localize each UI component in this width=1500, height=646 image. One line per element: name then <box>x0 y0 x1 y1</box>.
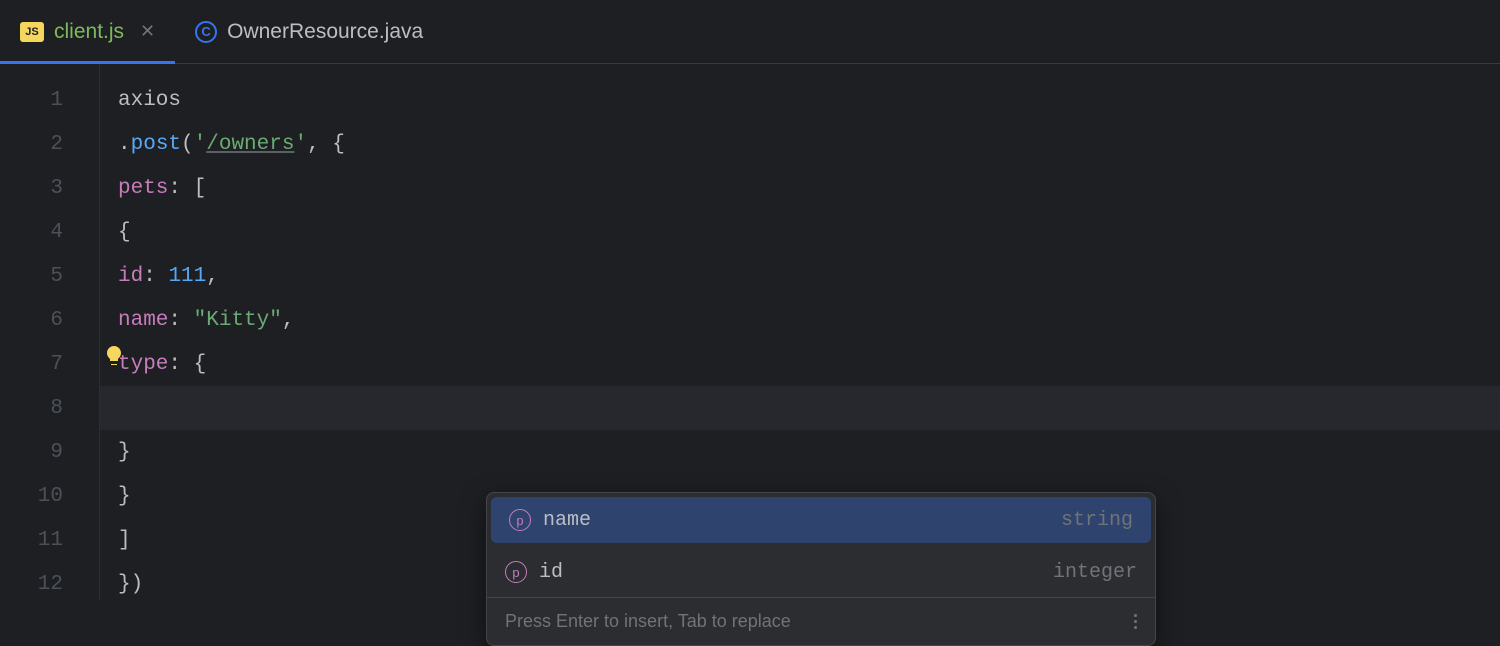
line-number: 2 <box>0 122 99 166</box>
line-number: 3 <box>0 166 99 210</box>
completion-type: integer <box>1053 561 1137 584</box>
line-number: 1 <box>0 78 99 122</box>
line-number: 8 <box>0 386 99 430</box>
code-line: { <box>118 210 1500 254</box>
completion-name: id <box>539 561 563 584</box>
close-icon[interactable]: ✕ <box>140 21 155 43</box>
line-gutter: 1 2 3 4 5 6 7 8 9 10 11 12 <box>0 64 100 600</box>
tab-owner-resource-java[interactable]: C OwnerResource.java <box>175 0 443 63</box>
code-line: pets: [ <box>118 166 1500 210</box>
code-line: axios <box>118 78 1500 122</box>
code-line: name: "Kitty", <box>118 298 1500 342</box>
tab-label: OwnerResource.java <box>227 20 423 44</box>
completion-type: string <box>1061 509 1133 532</box>
completion-item-id[interactable]: p id integer <box>487 547 1155 597</box>
completion-hint: Press Enter to insert, Tab to replace <box>487 597 1155 645</box>
code-line: id: 111, <box>118 254 1500 298</box>
line-number: 10 <box>0 474 99 518</box>
property-icon: p <box>509 509 531 531</box>
line-number: 5 <box>0 254 99 298</box>
code-line: } <box>118 430 1500 474</box>
tab-bar: JS client.js ✕ C OwnerResource.java <box>0 0 1500 64</box>
property-icon: p <box>505 561 527 583</box>
code-content[interactable]: axios .post('/owners', { pets: [ { id: 1… <box>100 64 1500 600</box>
code-line: .post('/owners', { <box>118 122 1500 166</box>
java-class-icon: C <box>195 21 217 43</box>
completion-name: name <box>543 509 591 532</box>
completion-popup: p name string p id integer Press Enter t… <box>486 492 1156 646</box>
js-file-icon: JS <box>20 22 44 42</box>
line-number: 9 <box>0 430 99 474</box>
line-number: 11 <box>0 518 99 562</box>
line-number: 7 <box>0 342 99 386</box>
completion-item-name[interactable]: p name string <box>491 497 1151 543</box>
line-number: 6 <box>0 298 99 342</box>
line-number: 4 <box>0 210 99 254</box>
code-line-active <box>100 386 1500 430</box>
more-icon[interactable] <box>1134 614 1137 629</box>
line-number: 12 <box>0 562 99 606</box>
code-editor[interactable]: 1 2 3 4 5 6 7 8 9 10 11 12 axios .post('… <box>0 64 1500 600</box>
tab-client-js[interactable]: JS client.js ✕ <box>0 0 175 63</box>
code-line: type: { <box>118 342 1500 386</box>
tab-label: client.js <box>54 20 124 44</box>
